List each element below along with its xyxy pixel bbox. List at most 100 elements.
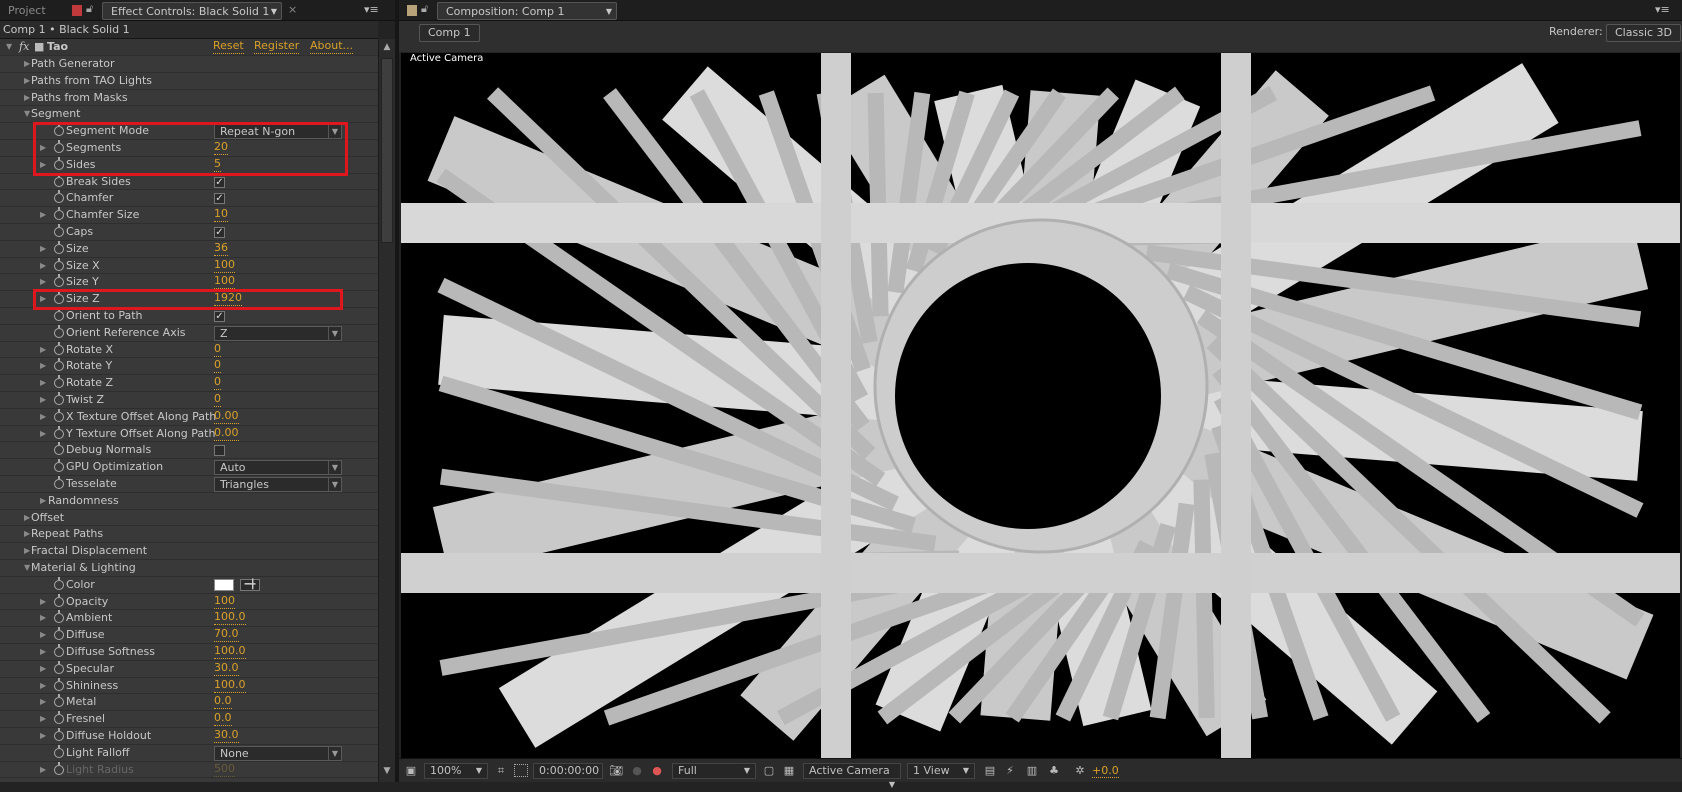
scrollbar-thumb[interactable] [381,58,393,243]
property-value[interactable]: 0 [214,375,221,391]
property-value[interactable]: 100 [214,274,235,290]
lock-icon[interactable]: 🔓︎ [421,2,428,16]
always-preview-icon[interactable]: ▣ [404,764,418,777]
panel-menu-icon[interactable]: ▾≡ [364,3,379,16]
property-value[interactable]: 1920 [214,291,242,307]
comp-1-button[interactable]: Comp 1 [419,24,480,42]
property-value[interactable]: 10 [214,207,228,223]
reset-link[interactable]: Reset [213,39,244,54]
stopwatch-icon[interactable] [54,728,64,741]
stopwatch-icon[interactable] [54,761,64,775]
twirl-closed-icon[interactable]: ▶ [24,73,30,89]
stopwatch-icon[interactable] [54,576,64,590]
show-snapshot-icon[interactable]: ● [630,764,644,777]
stopwatch-icon[interactable] [54,677,64,691]
lock-icon[interactable]: 🔓︎ [86,2,93,16]
twirl-closed-icon[interactable]: ▶ [24,56,30,72]
stopwatch-icon[interactable] [54,324,64,338]
property-value[interactable]: 500 [214,762,235,777]
property-value[interactable]: 100.0 [214,610,246,626]
property-checkbox[interactable]: ✓ [214,227,225,238]
panel-divider[interactable] [395,0,399,782]
property-value[interactable]: 0.0 [214,711,232,727]
stopwatch-icon[interactable] [54,341,64,355]
stopwatch-icon[interactable] [54,476,64,489]
stopwatch-icon[interactable] [54,224,64,237]
property-value[interactable]: 5 [214,157,221,172]
about-link[interactable]: About... [310,39,354,54]
property-value[interactable]: 100.0 [214,678,246,693]
twirl-closed-icon[interactable]: ▶ [40,375,46,391]
stopwatch-icon[interactable] [54,173,64,187]
twirl-closed-icon[interactable]: ▶ [24,90,30,106]
pixel-aspect-icon[interactable]: ▤ [983,764,997,777]
property-checkbox[interactable] [214,445,225,457]
twirl-closed-icon[interactable]: ▶ [40,644,46,660]
stopwatch-icon[interactable] [54,375,64,389]
stopwatch-icon[interactable] [54,308,64,321]
twirl-closed-icon[interactable]: ▶ [24,526,30,542]
timecode-field[interactable]: 0:00:00:00 [533,763,603,779]
fast-previews-icon[interactable]: ⚡ [1003,764,1017,777]
twirl-closed-icon[interactable]: ▶ [24,543,30,559]
twirl-closed-icon[interactable]: ▶ [40,392,46,408]
timeline-icon[interactable]: ▥ [1025,764,1039,777]
property-value[interactable]: 100 [214,258,235,273]
stopwatch-icon[interactable] [54,257,64,271]
property-dropdown[interactable]: Triangles [214,477,342,492]
property-dropdown[interactable]: Repeat N-gon [214,124,342,140]
stopwatch-icon[interactable] [54,123,64,137]
twirl-closed-icon[interactable]: ▶ [40,426,46,442]
twirl-closed-icon[interactable]: ▶ [40,140,46,156]
stopwatch-icon[interactable] [54,358,64,372]
stopwatch-icon[interactable] [54,660,64,674]
property-value[interactable]: 0.00 [214,426,239,441]
property-value[interactable]: 100.0 [214,644,246,659]
flowchart-icon[interactable]: ♣ [1047,764,1061,777]
stopwatch-icon[interactable] [54,610,64,624]
twirl-closed-icon[interactable]: ▶ [40,258,46,274]
twirl-closed-icon[interactable]: ▶ [40,342,46,358]
property-value[interactable]: 0 [214,342,221,357]
stopwatch-icon[interactable] [54,644,64,657]
twirl-closed-icon[interactable]: ▶ [40,694,46,710]
twirl-closed-icon[interactable]: ▶ [40,594,46,610]
stopwatch-icon[interactable] [54,140,64,153]
camera-dropdown[interactable]: Active Camera ▼ [803,763,901,789]
twirl-closed-icon[interactable]: ▶ [40,762,46,778]
twirl-open-icon[interactable]: ▼ [24,560,30,576]
property-value[interactable]: 0.00 [214,409,239,424]
stopwatch-icon[interactable] [54,240,64,254]
mask-visibility-icon[interactable] [514,764,528,777]
stopwatch-icon[interactable] [54,459,64,473]
tab-effect-controls[interactable]: Effect Controls: Black Solid 1 ▼ [102,2,282,20]
scroll-up-icon[interactable]: ▲ [379,42,395,52]
stopwatch-icon[interactable] [54,156,64,170]
property-value[interactable]: 0 [214,358,221,374]
property-value[interactable]: 36 [214,241,228,256]
twirl-open-icon[interactable]: ▼ [6,39,12,55]
property-value[interactable]: 0.0 [214,694,232,710]
stopwatch-icon[interactable] [54,711,64,725]
view-layout-dropdown[interactable]: 1 View ▼ [907,763,975,779]
composition-viewer[interactable]: Active Camera [401,53,1680,758]
stopwatch-icon[interactable] [54,744,64,758]
close-icon[interactable]: × [288,3,297,16]
twirl-closed-icon[interactable]: ▶ [40,241,46,257]
twirl-closed-icon[interactable]: ▶ [40,661,46,677]
tab-composition[interactable]: Composition: Comp 1 ▼ [437,2,617,20]
stopwatch-icon[interactable] [54,392,64,405]
property-checkbox[interactable]: ✓ [214,176,225,188]
scroll-down-icon[interactable]: ▼ [379,766,395,776]
fx-icon[interactable]: fx [19,39,29,55]
property-dropdown[interactable]: Auto [214,460,342,476]
register-link[interactable]: Register [254,39,300,54]
stopwatch-icon[interactable] [54,442,64,456]
stopwatch-icon[interactable] [54,207,64,221]
stopwatch-icon[interactable] [54,627,64,641]
property-value[interactable]: 100 [214,594,235,609]
twirl-closed-icon[interactable]: ▶ [24,510,30,526]
exposure-value[interactable]: +0.0 [1092,764,1119,778]
twirl-open-icon[interactable]: ▼ [24,106,30,122]
twirl-closed-icon[interactable]: ▶ [40,493,46,509]
